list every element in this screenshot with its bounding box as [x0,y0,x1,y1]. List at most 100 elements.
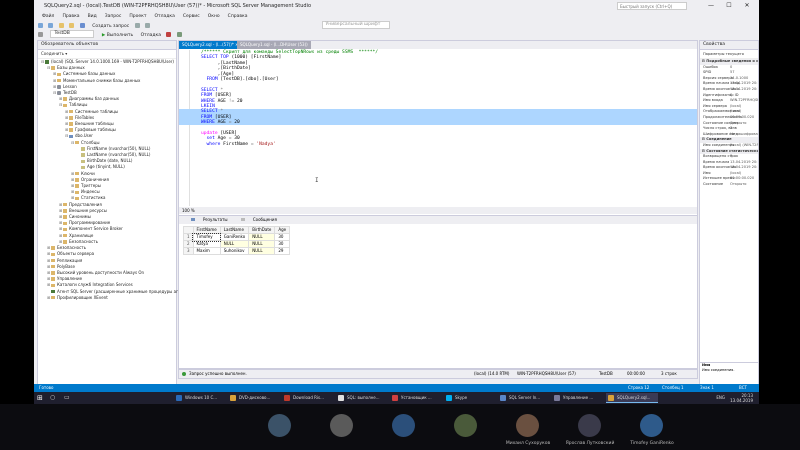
avatar [640,414,663,437]
menu-item[interactable]: Запрос [105,14,122,19]
grid-cell[interactable]: NULL [248,240,276,248]
tree-item-label: Age (tinyint, NULL) [87,164,125,170]
grid-cell[interactable]: 29 [274,247,291,255]
start-button[interactable]: ⊞ [34,393,46,403]
grid-column-header[interactable]: LastName [219,226,250,234]
property-row[interactable]: Состояние Открыто [700,182,758,188]
table-row[interactable]: 3 Maxim Suhonikov NULL 29 [183,247,291,255]
app-icon [446,395,452,401]
taskbar-clock[interactable]: 20:13 13.04.2019 [730,392,753,403]
folder-icon [51,277,55,281]
code-area[interactable]: /****** Скрипт для команды SelectTopNRow… [179,50,697,206]
avatar [578,414,601,437]
tree-item[interactable]: ⊞ Профилировщик XEvent [38,295,176,301]
tree-item-label: Объекты сервера [57,251,95,257]
redo-icon[interactable] [145,22,151,28]
participant-tile[interactable]: Timofey GaniRenko [612,410,692,450]
tree-item-label: Репликация [57,257,83,263]
font-dropdown[interactable]: Универсальный шрифт [321,21,390,29]
tree-item-label: TestDB [63,90,77,96]
taskbar-app[interactable]: Download Ris... [282,393,334,403]
code-token: Age [217,136,229,142]
grid-cell[interactable]: GaniRenko [219,233,250,241]
stop-icon[interactable] [166,31,172,37]
code-line: where FirstName = 'Nadya' [179,142,697,147]
editor-zoom[interactable]: 100 % [179,207,697,214]
menu-item[interactable]: Справка [228,14,248,19]
code-token: AGE [217,98,229,104]
object-explorer-connect[interactable]: Соединить ▾ [38,50,176,59]
grid-cell[interactable]: Suhonikov [219,247,250,255]
tree-item-label: Каталоги служб Integration Services [57,282,133,288]
search-button[interactable]: ○ [48,393,60,403]
menu-item[interactable]: Правка [62,14,79,19]
menu-item[interactable]: Проект [129,14,146,19]
close-button[interactable]: ✕ [740,0,754,12]
save-icon[interactable] [79,22,85,28]
tab-messages[interactable]: Сообщения [235,217,277,222]
quick-launch-input[interactable]: Быстрый запуск (Ctrl+Q) [617,2,687,10]
grid-cell[interactable]: NULL [248,247,276,255]
tree-item-label: Ограничения [81,176,109,182]
tab-document[interactable]: SQLQuery1.sql - (l...DH\User (53)) [237,41,311,49]
grid-cell[interactable]: 30 [274,240,291,248]
new-file-icon[interactable] [58,22,64,28]
menu-item[interactable]: Окно [208,14,220,19]
app-icon [176,395,182,401]
taskbar-app[interactable]: DVD-дисково... [228,393,280,403]
folder-icon [63,221,67,226]
forward-icon[interactable] [48,22,54,28]
taskbar-app[interactable]: SQL Server In... [498,393,550,403]
app-icon [554,395,560,401]
table-row[interactable]: 1 Timofey GaniRenko NULL 30 [183,232,291,242]
maximize-button[interactable]: ☐ [722,0,736,12]
grid-cell[interactable]: Katya [192,240,221,248]
taskbar-app[interactable]: SQLQuery2.sql... [606,393,658,403]
taskbar-app[interactable]: Windows 10 С... [174,393,226,403]
back-icon[interactable] [38,22,43,28]
grid-cell[interactable]: NULL [248,233,276,241]
language-indicator[interactable]: ENG [716,392,725,404]
grid-cell[interactable]: 30 [274,233,291,241]
results-grid[interactable]: FirstName LastName BirthDate Age 1 Timofey Gan… [183,226,291,255]
window-title: SQLQuery2.sql - (local).TestDB (WIN-T2PF… [44,3,312,9]
column-icon [81,147,85,151]
undo-icon[interactable] [134,22,140,28]
folder-icon [51,295,55,300]
taskbar-app-label: Download Ris... [293,395,324,400]
database-icon [57,91,61,95]
grid-column-header[interactable]: BirthDate [248,226,276,234]
grid-cell[interactable]: NULL [219,240,250,248]
properties-subtitle[interactable]: Параметры текущего соединения [700,50,758,64]
menu-item[interactable]: Сервис [183,14,200,19]
folder-icon [63,202,67,207]
grid-cell[interactable]: Timofey [192,232,222,242]
query-editor: SQLQuery2.sql - (l...(57))* ✕ SQLQuery1.s… [178,40,698,216]
taskbar-app-label: DVD-дисково... [239,395,271,400]
taskbar-app[interactable]: Skype [444,393,496,403]
taskbar-app[interactable]: Установщик ... [390,393,442,403]
menu-item[interactable]: Файл [42,14,54,19]
debug-button[interactable]: Отладка [141,31,161,40]
execute-button[interactable]: ▶ Выполнить [102,31,133,40]
grid-column-header[interactable]: Age [274,226,291,234]
grid-cell[interactable]: Maxim [192,247,221,255]
table-row[interactable]: 2 Katya NULL NULL 30 [183,240,291,248]
taskbar-app[interactable]: SQL: выполне... [336,393,388,403]
grid-column-header[interactable]: FirstName [192,226,221,234]
check-syntax-icon[interactable] [176,31,182,37]
success-icon [182,370,186,378]
task-view-button[interactable]: ▭ [62,393,74,403]
tree-item-label: Хранилище [69,232,94,238]
connect-icon[interactable] [38,31,43,37]
database-select[interactable]: TestDB [50,30,95,38]
open-folder-icon[interactable] [69,22,75,28]
taskbar-app[interactable]: Управление ... [552,393,604,403]
minimize-button[interactable]: — [704,0,718,12]
tab-results[interactable]: Результаты [185,217,228,222]
menu-item[interactable]: Вид [88,14,97,19]
tab-document[interactable]: SQLQuery2.sql - (l...(57))* ✕ [179,41,242,49]
menu-item[interactable]: Отладка [154,14,174,19]
row-number: 3 [183,247,194,255]
search-icon: ○ [50,394,56,401]
